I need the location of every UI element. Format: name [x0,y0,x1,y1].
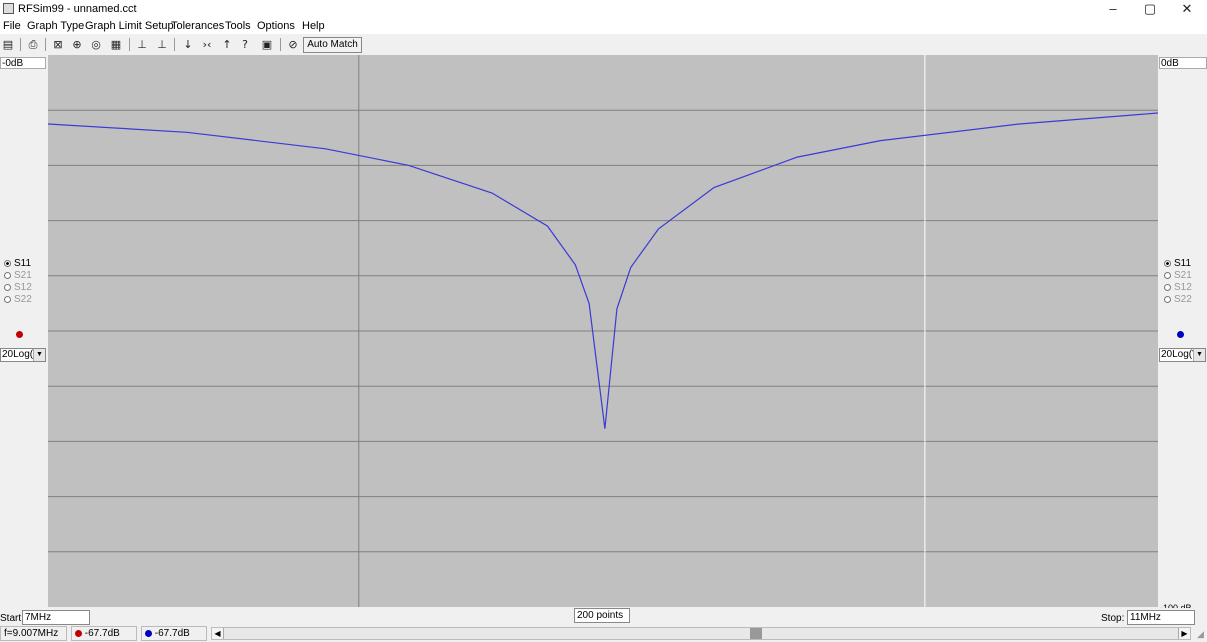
stop-label: Stop: [1101,613,1125,624]
s-parameter-chart [47,55,1159,607]
tune-icon[interactable]: ⊘ [285,37,301,52]
right-top-scale-label: 0dB [1159,57,1207,69]
left-trace-color-dot [16,331,23,338]
radio-icon [4,259,11,267]
smith-chart-icon[interactable]: ⊕ [69,37,85,52]
open-icon[interactable]: ▤ [0,37,16,52]
minimize-button[interactable]: – [1098,0,1128,18]
scroll-thumb[interactable] [750,628,762,639]
radio-icon [4,283,11,291]
red-dot-icon [75,629,82,637]
stop-frequency-input[interactable]: 11MHz [1127,610,1195,625]
maximize-button[interactable]: ▢ [1135,0,1165,18]
status-right-marker: -67.7dB [141,626,207,641]
horizontal-scrollbar[interactable]: ◀ ▶ [211,627,1191,640]
menu-tolerances[interactable]: Tolerances [171,20,224,32]
status-left-marker: -67.7dB [71,626,137,641]
radio-icon [4,271,11,279]
start-label: Start: [0,613,24,624]
marker-up-icon[interactable]: ↑ [219,37,235,52]
right-bottom-scale-label: -100 dB [1160,603,1192,608]
right-radio-s11[interactable]: S11 [1164,258,1207,270]
points-input[interactable]: 200 points [574,608,630,623]
s11-trace [47,112,1159,429]
help-icon[interactable]: ? [237,37,253,52]
left-radio-s11[interactable]: S11 [4,258,48,270]
menu-graph-limit-setup[interactable]: Graph Limit Setup [85,20,174,32]
left-radio-s21[interactable]: S21 [4,270,48,282]
radio-icon [1164,295,1171,303]
close-button[interactable]: ✕ [1172,0,1202,18]
zoom-icon[interactable]: ›‹ [199,37,215,52]
table-icon[interactable]: ▦ [108,37,124,52]
blue-dot-icon [145,629,152,637]
menu-tools[interactable]: Tools [225,20,251,32]
radio-icon [4,295,11,303]
component-icon[interactable]: ▣ [259,37,275,52]
menu-options[interactable]: Options [257,20,295,32]
left-radio-s12[interactable]: S12 [4,282,48,294]
app-icon [3,3,14,14]
scroll-left-icon[interactable]: ◀ [212,628,224,639]
scroll-right-icon[interactable]: ▶ [1178,628,1190,639]
chevron-down-icon[interactable]: ▼ [1193,349,1205,361]
menu-file[interactable]: File [3,20,21,32]
menu-bar: File Graph Type Graph Limit Setup Tolera… [0,18,1207,34]
radio-icon [1164,283,1171,291]
title-bar: RFSim99 - unnamed.cct – ▢ ✕ [0,0,1207,18]
menu-graph-type[interactable]: Graph Type [27,20,84,32]
resize-grip-icon[interactable]: ◢ [1195,629,1206,640]
toolbar: ▤ ⎙ ⊠ ⊕ ◎ ▦ ⊥ ⊥ ↓ ›‹ ↑ ? ▣ ⊘ Auto Match [0,35,1207,55]
right-radio-s12[interactable]: S12 [1164,282,1207,294]
left-scale-select[interactable]: 20Log(V ▼ [0,348,46,362]
polar-chart-icon[interactable]: ◎ [88,37,104,52]
status-frequency: f=9.007MHz [0,626,67,641]
right-radio-s21[interactable]: S21 [1164,270,1207,282]
right-param-group: S11 S21 S12 S22 [1164,258,1207,306]
left-param-group: S11 S21 S12 S22 [4,258,48,306]
left-top-scale-label: -0dB [0,57,46,69]
radio-icon [1164,271,1171,279]
log-icon[interactable]: ⊥ [154,37,170,52]
plot-area[interactable] [47,55,1159,607]
radio-icon [1164,259,1171,267]
print-icon[interactable]: ⎙ [25,37,41,52]
marker-down-icon[interactable]: ↓ [180,37,196,52]
right-trace-color-dot [1177,331,1184,338]
right-scale-select[interactable]: 20Log(V ▼ [1159,348,1206,362]
right-radio-s22[interactable]: S22 [1164,294,1207,306]
chevron-down-icon[interactable]: ▼ [33,349,45,361]
lin-icon[interactable]: ⊥ [134,37,150,52]
left-radio-s22[interactable]: S22 [4,294,48,306]
start-frequency-input[interactable]: 7MHz [22,610,90,625]
auto-match-button[interactable]: Auto Match [303,37,362,53]
menu-help[interactable]: Help [302,20,325,32]
rect-graph-icon[interactable]: ⊠ [50,37,66,52]
window-title: RFSim99 - unnamed.cct [18,3,137,15]
